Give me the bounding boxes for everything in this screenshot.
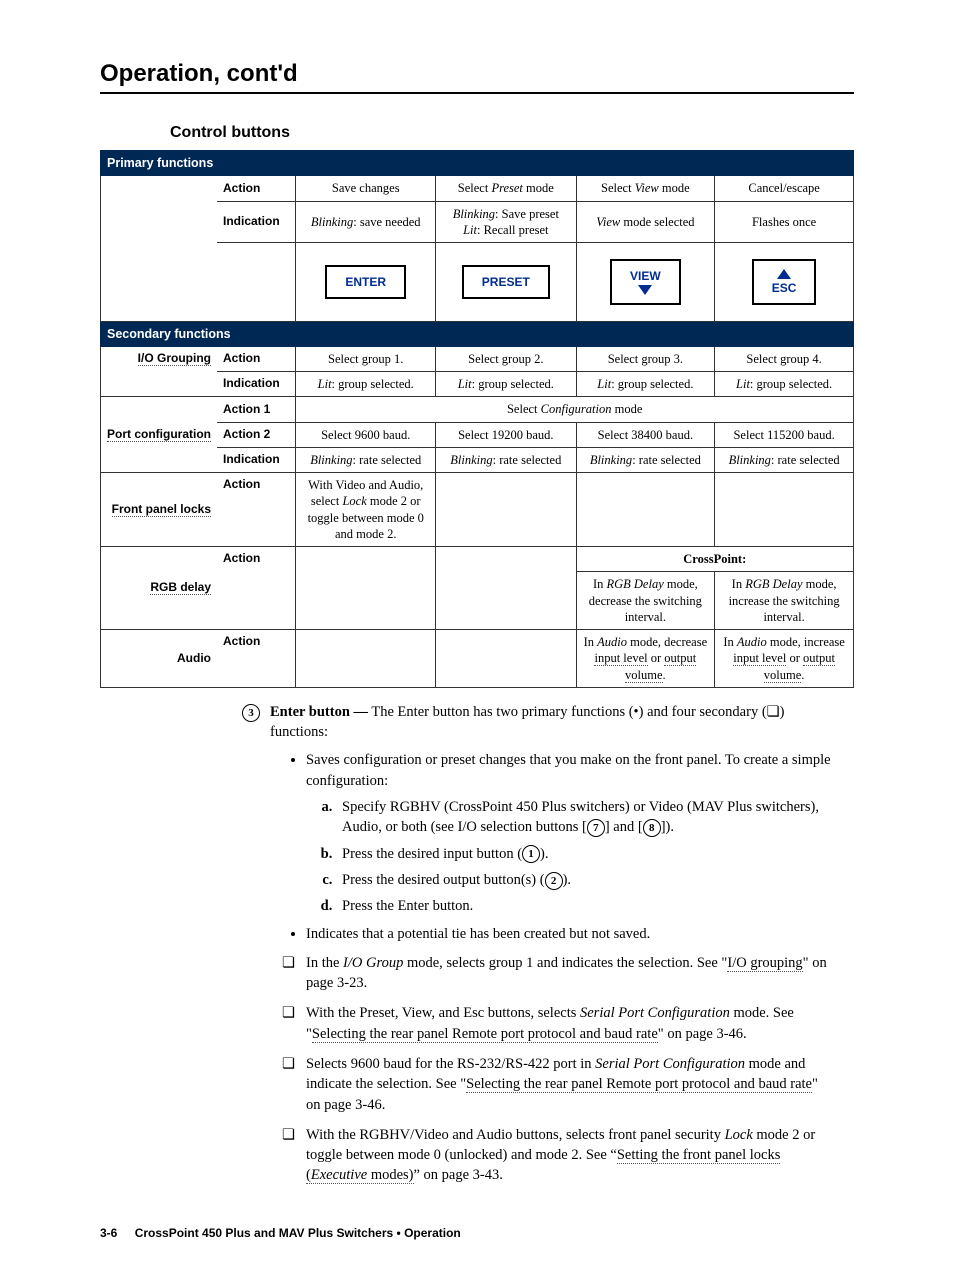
step-b: Press the desired input button (1). <box>336 844 834 864</box>
cell: In RGB Delay mode, increase the switchin… <box>715 572 854 630</box>
cell: In Audio mode, decrease input level or o… <box>576 630 715 688</box>
cell: In Audio mode, increase input level or o… <box>715 630 854 688</box>
preset-button-icon: PRESET <box>462 265 550 299</box>
cell: Blinking: rate selected <box>296 447 436 472</box>
esc-button-cell: ESC <box>715 243 854 322</box>
cell: In RGB Delay mode, decrease the switchin… <box>576 572 715 630</box>
circled-3-icon: 3 <box>242 704 260 722</box>
list-item: With the Preset, View, and Esc buttons, … <box>306 1003 834 1044</box>
audio-label: Audio <box>177 651 211 665</box>
cell: Select group 3. <box>576 346 715 371</box>
circled-7-icon: 7 <box>587 819 605 837</box>
crosspoint-label: CrossPoint: <box>576 547 853 572</box>
primary-functions-header: Primary functions <box>101 151 854 176</box>
enter-button-cell: ENTER <box>296 243 436 322</box>
page-number: 3-6 <box>100 1226 117 1240</box>
section-title: Control buttons <box>170 124 854 142</box>
row-label: Action 1 <box>217 397 296 422</box>
list-item: In the I/O Group mode, selects group 1 a… <box>306 953 834 994</box>
list-item: With the RGBHV/Video and Audio buttons, … <box>306 1125 834 1186</box>
cell: Lit: group selected. <box>436 372 576 397</box>
cell: Lit: group selected. <box>296 372 436 397</box>
page-footer: 3-6 CrossPoint 450 Plus and MAV Plus Swi… <box>100 1226 854 1240</box>
list-item: Indicates that a potential tie has been … <box>306 924 834 944</box>
row-label: Action <box>217 473 296 547</box>
secondary-functions-header: Secondary functions <box>101 321 854 346</box>
enter-button-icon: ENTER <box>325 265 406 299</box>
view-button-icon: VIEW <box>610 259 681 305</box>
row-label: Action <box>217 630 296 688</box>
row-label: Action <box>217 346 296 371</box>
cell: Blinking: rate selected <box>436 447 576 472</box>
cell: Flashes once <box>715 201 854 243</box>
row-label: Action <box>217 176 296 201</box>
row-label: Action 2 <box>217 422 296 447</box>
circled-8-icon: 8 <box>643 819 661 837</box>
cell: Blinking: rate selected <box>576 447 715 472</box>
row-label: Indication <box>217 447 296 472</box>
control-buttons-table: Primary functions Action Save changes Se… <box>100 150 854 688</box>
cell: Select View mode <box>576 176 715 201</box>
view-button-cell: VIEW <box>576 243 715 322</box>
cell: Select 19200 baud. <box>436 422 576 447</box>
cell: Lit: group selected. <box>715 372 854 397</box>
list-item: Saves configuration or preset changes th… <box>306 750 834 916</box>
row-label: Indication <box>217 372 296 397</box>
cell: With Video and Audio, select Lock mode 2… <box>296 473 436 547</box>
enter-button-lead: 3 Enter button — The Enter button has tw… <box>270 702 834 743</box>
circled-1-icon: 1 <box>522 845 540 863</box>
cell: Select Preset mode <box>436 176 576 201</box>
cell: Blinking: Save presetLit: Recall preset <box>436 201 576 243</box>
step-a: Specify RGBHV (CrossPoint 450 Plus switc… <box>336 797 834 838</box>
cell: Select group 1. <box>296 346 436 371</box>
cell: Select 9600 baud. <box>296 422 436 447</box>
page-title: Operation, cont'd <box>100 60 854 94</box>
cell: Select group 2. <box>436 346 576 371</box>
esc-button-icon: ESC <box>752 259 817 305</box>
rgb-delay-label: RGB delay <box>150 580 211 595</box>
footer-text: CrossPoint 450 Plus and MAV Plus Switche… <box>135 1226 461 1240</box>
cell: Blinking: rate selected <box>715 447 854 472</box>
row-label: Indication <box>217 201 296 243</box>
cell: Cancel/escape <box>715 176 854 201</box>
cell: Select Configuration mode <box>296 397 854 422</box>
io-grouping-label: I/O Grouping <box>138 351 211 366</box>
front-panel-locks-label: Front panel locks <box>112 502 211 517</box>
cell: Save changes <box>296 176 436 201</box>
step-d: Press the Enter button. <box>336 896 834 916</box>
port-config-label: Port configuration <box>107 427 211 442</box>
cell: Select group 4. <box>715 346 854 371</box>
cell: View mode selected <box>576 201 715 243</box>
list-item: Selects 9600 baud for the RS-232/RS-422 … <box>306 1054 834 1115</box>
circled-2-icon: 2 <box>545 872 563 890</box>
cell: Select 38400 baud. <box>576 422 715 447</box>
row-label: Action <box>217 547 296 630</box>
cell: Blinking: save needed <box>296 201 436 243</box>
step-c: Press the desired output button(s) (2). <box>336 870 834 890</box>
cell: Select 115200 baud. <box>715 422 854 447</box>
cell: Lit: group selected. <box>576 372 715 397</box>
preset-button-cell: PRESET <box>436 243 576 322</box>
